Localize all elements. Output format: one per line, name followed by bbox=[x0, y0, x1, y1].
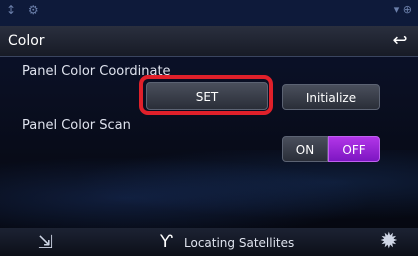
screen: ↕ ⚙ ▾ ⊕ Color ↩ Panel Color Coordinate S… bbox=[0, 0, 418, 256]
panel-color-scan-label: Panel Color Scan bbox=[22, 118, 131, 133]
title-bar: Color ↩ bbox=[0, 26, 418, 57]
status-bar: ↕ ⚙ ▾ ⊕ bbox=[0, 0, 418, 26]
page-title: Color bbox=[8, 33, 45, 49]
gps-status-text: Locating Satellites bbox=[184, 236, 295, 250]
status-icons-right: ▾ ⊕ bbox=[393, 3, 412, 16]
navigation-icon[interactable]: ⇲ bbox=[38, 232, 53, 253]
status-icons-left: ↕ ⚙ bbox=[6, 3, 43, 17]
gps-antenna-icon: Ƴ bbox=[160, 232, 173, 252]
scan-off-button[interactable]: OFF bbox=[328, 136, 380, 162]
initialize-button[interactable]: Initialize bbox=[282, 84, 380, 110]
set-button-highlight bbox=[139, 75, 273, 115]
settings-gear-icon[interactable]: ✹ bbox=[380, 229, 398, 254]
back-arrow-icon[interactable]: ↩ bbox=[388, 29, 412, 53]
scan-on-button[interactable]: ON bbox=[282, 136, 328, 162]
bottom-bar: ⇲ Ƴ Locating Satellites ✹ bbox=[0, 228, 418, 256]
